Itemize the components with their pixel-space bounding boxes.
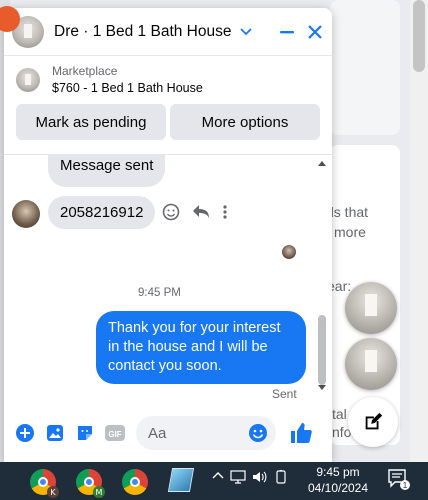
chrome-icon[interactable] (122, 469, 148, 495)
like-button[interactable] (286, 418, 316, 448)
thread-scrollbar-thumb[interactable] (318, 315, 326, 385)
notepad-icon[interactable] (167, 468, 195, 492)
notification-icon: 1 (388, 469, 410, 490)
message-sent-bubble: Message sent (48, 155, 166, 187)
more-options-button[interactable]: More options (170, 104, 320, 140)
message-status: Sent (272, 387, 297, 401)
background-text: ds that (326, 204, 369, 220)
more-actions-icon[interactable] (222, 204, 228, 220)
more-actions-button[interactable] (10, 418, 40, 448)
chat-head-bubble[interactable] (345, 282, 397, 334)
outgoing-message-bubble[interactable]: Thank you for your interest in the house… (96, 311, 306, 384)
read-receipt-avatar (282, 245, 296, 259)
display-icon[interactable] (230, 470, 246, 484)
chrome-profile-icon[interactable]: M (76, 469, 105, 498)
volume-icon[interactable] (252, 470, 268, 484)
background-card-top (330, 0, 400, 135)
close-icon[interactable] (306, 23, 324, 41)
listing-banner[interactable]: Marketplace $760 - 1 Bed 1 Bath House (4, 56, 332, 104)
listing-summary: $760 - 1 Bed 1 Bath House (52, 81, 203, 95)
svg-text:1: 1 (403, 481, 408, 490)
taskbar-clock[interactable]: 9:45 pm 04/10/2024 (300, 464, 376, 496)
compose-icon (365, 412, 383, 430)
message-timestamp: 9:45 PM (138, 287, 181, 299)
page-scrollbar-thumb[interactable] (413, 0, 425, 72)
taskbar-time: 9:45 pm (316, 465, 360, 479)
background-text: tal (332, 406, 347, 422)
chevron-down-icon[interactable] (239, 27, 252, 36)
plus-circle-icon (16, 424, 34, 442)
sender-avatar[interactable] (12, 200, 40, 228)
chat-header[interactable]: Dre · 1 Bed 1 Bath House (4, 8, 332, 56)
chrome-profile-icon[interactable]: K (30, 469, 59, 498)
incoming-message-bubble[interactable]: 2058216912 (48, 196, 156, 229)
emoji-icon[interactable] (248, 423, 268, 443)
mark-as-pending-button[interactable]: Mark as pending (16, 104, 166, 140)
page-scrollbar[interactable] (410, 0, 428, 462)
minimize-icon[interactable] (278, 23, 296, 41)
taskbar-date: 04/10/2024 (307, 481, 369, 495)
notification-center-button[interactable]: 1 (386, 467, 410, 491)
message-input-placeholder: Aa (148, 424, 167, 442)
message-thread[interactable]: Message sent 2058216912 9:45 PM Thank yo… (4, 154, 332, 401)
background-text: more (334, 224, 366, 240)
attach-photo-button[interactable] (40, 418, 70, 448)
sticker-button[interactable] (70, 418, 100, 448)
gif-button[interactable]: GIF (100, 418, 130, 448)
svg-text:GIF: GIF (108, 430, 121, 439)
thumbs-up-icon (291, 423, 312, 443)
chat-head-bubble[interactable] (345, 338, 397, 390)
scroll-up-arrow-icon[interactable] (318, 160, 326, 166)
new-message-button[interactable] (348, 397, 398, 447)
sticker-icon (78, 426, 92, 440)
scroll-down-arrow-icon[interactable] (318, 385, 326, 391)
chat-window: Dre · 1 Bed 1 Bath House Marketplace $76… (4, 8, 332, 462)
reply-icon[interactable] (192, 204, 210, 220)
message-input[interactable]: Aa (136, 416, 276, 450)
battery-icon[interactable] (274, 470, 288, 484)
react-emoji-icon[interactable] (162, 203, 180, 221)
chevron-up-icon[interactable] (212, 470, 224, 482)
system-tray (212, 470, 288, 484)
gif-icon: GIF (105, 425, 125, 441)
listing-category: Marketplace (52, 64, 118, 78)
message-composer: GIF Aa (4, 412, 332, 454)
listing-thumbnail (16, 68, 40, 92)
photo-icon (47, 425, 63, 441)
chat-title[interactable]: Dre · 1 Bed 1 Bath House (54, 23, 232, 41)
